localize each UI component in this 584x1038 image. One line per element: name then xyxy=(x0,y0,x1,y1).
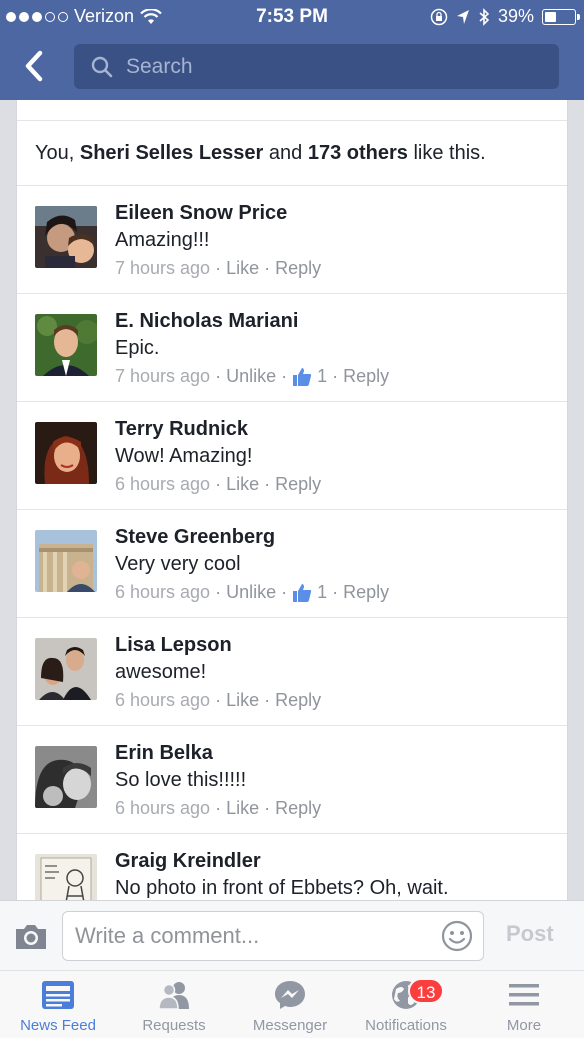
comment-time[interactable]: 6 hours ago xyxy=(115,582,210,603)
location-icon xyxy=(456,9,469,24)
comment-item: Erin Belka So love this!!!!! 6 hours ago… xyxy=(17,726,567,834)
like-count[interactable]: 1 xyxy=(317,366,327,387)
comment-text: Very very cool xyxy=(115,553,241,575)
avatar[interactable] xyxy=(35,422,97,484)
bluetooth-icon xyxy=(479,7,490,26)
comment-text: So love this!!!!! xyxy=(115,769,247,791)
comment-author[interactable]: Graig Kreindler xyxy=(115,850,261,873)
comment-meta: 6 hours ago · Like · Reply xyxy=(115,690,322,711)
avatar[interactable] xyxy=(35,314,97,376)
comment-text: Epic. xyxy=(115,337,160,359)
messenger-icon xyxy=(275,981,305,1009)
status-bar: Verizon 7:53 PM 39% xyxy=(0,0,584,34)
likes-count[interactable]: 173 others xyxy=(308,142,408,165)
notification-badge: 13 xyxy=(408,978,444,1004)
reply-link[interactable]: Reply xyxy=(343,366,389,387)
reply-link[interactable]: Reply xyxy=(275,798,321,819)
avatar[interactable] xyxy=(35,854,97,900)
comment-author[interactable]: Erin Belka xyxy=(115,742,213,765)
battery-percent: 39% xyxy=(497,6,534,26)
friends-icon xyxy=(158,982,189,1010)
avatar[interactable] xyxy=(35,206,97,268)
comment-item: Steve Greenberg Very very cool 6 hours a… xyxy=(17,510,567,618)
comment-item: Terry Rudnick Wow! Amazing! 6 hours ago … xyxy=(17,402,567,510)
comment-author[interactable]: Terry Rudnick xyxy=(115,418,248,441)
back-arrow-icon[interactable] xyxy=(20,48,50,84)
comment-author[interactable]: E. Nicholas Mariani xyxy=(115,310,298,333)
tab-label: More xyxy=(506,1017,542,1034)
tab-more[interactable]: More xyxy=(464,971,584,1038)
comment-item: Eileen Snow Price Amazing!!! 7 hours ago… xyxy=(17,186,567,294)
comments-panel: You, Sheri Selles Lesser and 173 others … xyxy=(16,100,568,900)
reply-link[interactable]: Reply xyxy=(275,690,321,711)
tab-bar: News Feed Requests Messenger 13 Notifica… xyxy=(0,970,584,1038)
tab-label: Notifications xyxy=(365,1017,447,1034)
like-link[interactable]: Like xyxy=(226,798,259,819)
comment-author[interactable]: Steve Greenberg xyxy=(115,526,275,549)
comment-time[interactable]: 7 hours ago xyxy=(115,366,210,387)
tab-messenger[interactable]: Messenger xyxy=(232,971,348,1038)
comment-text: Amazing!!! xyxy=(115,229,210,251)
comment-text: awesome! xyxy=(115,661,207,683)
tab-label: Requests xyxy=(142,1017,206,1034)
search-input[interactable]: Search xyxy=(74,44,559,89)
comment-item: Graig Kreindler No photo in front of Ebb… xyxy=(17,834,567,900)
tab-label: News Feed xyxy=(20,1017,96,1034)
top-bar: Verizon 7:53 PM 39% Search xyxy=(0,0,584,100)
menu-icon xyxy=(509,984,539,1006)
comment-meta: 6 hours ago · Like · Reply xyxy=(115,798,322,819)
likes-middle: and xyxy=(268,141,303,164)
comment-time[interactable]: 6 hours ago xyxy=(115,690,210,711)
thumbs-up-icon[interactable] xyxy=(292,367,312,387)
comment-time[interactable]: 6 hours ago xyxy=(115,798,210,819)
reply-link[interactable]: Reply xyxy=(275,474,321,495)
tab-requests[interactable]: Requests xyxy=(116,971,232,1038)
comment-time[interactable]: 7 hours ago xyxy=(115,258,210,279)
comment-input-placeholder: Write a comment... xyxy=(75,923,260,948)
comment-author[interactable]: Eileen Snow Price xyxy=(115,202,287,225)
comment-item: E. Nicholas Mariani Epic. 7 hours ago · … xyxy=(17,294,567,402)
tab-news-feed[interactable]: News Feed xyxy=(0,971,116,1038)
thumbs-up-icon[interactable] xyxy=(292,583,312,603)
like-link[interactable]: Like xyxy=(226,474,259,495)
reply-link[interactable]: Reply xyxy=(275,258,321,279)
likes-prefix: You, xyxy=(35,141,75,164)
comment-composer: Write a comment... Post xyxy=(0,900,584,970)
like-link[interactable]: Like xyxy=(226,690,259,711)
like-link[interactable]: Like xyxy=(226,258,259,279)
comment-author[interactable]: Lisa Lepson xyxy=(115,634,232,657)
post-button[interactable]: Post xyxy=(506,921,554,947)
camera-icon[interactable] xyxy=(14,923,48,951)
rotation-lock-icon xyxy=(430,8,448,25)
likes-suffix: like this. xyxy=(413,141,486,164)
search-icon xyxy=(91,56,113,77)
comment-text: No photo in front of Ebbets? Oh, wait. xyxy=(115,877,449,899)
avatar[interactable] xyxy=(35,638,97,700)
comment-meta: 6 hours ago · Like · Reply xyxy=(115,474,322,495)
emoji-icon[interactable] xyxy=(441,920,473,952)
tab-label: Messenger xyxy=(252,1017,328,1034)
avatar[interactable] xyxy=(35,746,97,808)
comment-meta: 6 hours ago · Unlike · 1 · Reply xyxy=(115,582,390,603)
comment-text: Wow! Amazing! xyxy=(115,445,253,467)
likes-name[interactable]: Sheri Selles Lesser xyxy=(80,142,263,165)
news-feed-icon xyxy=(42,981,74,1009)
avatar[interactable] xyxy=(35,530,97,592)
tab-notifications[interactable]: 13 Notifications xyxy=(348,971,464,1038)
battery-icon xyxy=(542,8,580,25)
status-right: 39% xyxy=(430,6,580,27)
comment-item: Lisa Lepson awesome! 6 hours ago · Like … xyxy=(17,618,567,726)
reply-link[interactable]: Reply xyxy=(343,582,389,603)
comment-time[interactable]: 6 hours ago xyxy=(115,474,210,495)
nav-bar: Search xyxy=(0,34,584,100)
like-count[interactable]: 1 xyxy=(317,582,327,603)
unlike-link[interactable]: Unlike xyxy=(226,582,276,603)
comment-meta: 7 hours ago · Like · Reply xyxy=(115,258,322,279)
search-placeholder: Search xyxy=(126,54,193,78)
comment-meta: 7 hours ago · Unlike · 1 · Reply xyxy=(115,366,390,387)
comment-input[interactable]: Write a comment... xyxy=(62,911,484,961)
unlike-link[interactable]: Unlike xyxy=(226,366,276,387)
likes-summary[interactable]: You, Sheri Selles Lesser and 173 others … xyxy=(17,120,567,186)
